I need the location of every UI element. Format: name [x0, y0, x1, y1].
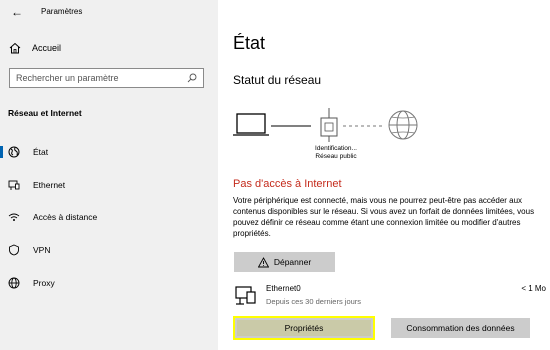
network-status-heading: Statut du réseau	[233, 73, 322, 87]
troubleshoot-button[interactable]: Dépanner	[234, 252, 335, 272]
main-panel: État Statut du réseau Identification... …	[218, 0, 550, 350]
data-usage-label: Consommation des données	[406, 323, 515, 333]
proxy-globe-icon	[8, 277, 20, 289]
nav-home-label: Accueil	[32, 43, 62, 53]
sidebar-item-ethernet[interactable]: Ethernet	[0, 175, 218, 195]
search-input[interactable]: Rechercher un paramètre	[9, 68, 204, 88]
section-title: Réseau et Internet	[8, 108, 82, 118]
identification-text: Identification...	[315, 145, 357, 152]
home-icon	[9, 42, 21, 54]
public-network-text: Réseau public	[315, 153, 357, 160]
sidebar-item-label: VPN	[33, 245, 51, 255]
properties-button[interactable]: Propriétés	[233, 316, 375, 340]
status-description: Votre périphérique est connecté, mais vo…	[233, 196, 535, 238]
sidebar-item-etat[interactable]: État	[0, 142, 218, 162]
search-icon	[187, 73, 197, 83]
sidebar-item-label: État	[33, 147, 49, 157]
data-usage-button[interactable]: Consommation des données	[391, 318, 530, 338]
no-internet-title: Pas d'accès à Internet	[233, 178, 342, 190]
troubleshoot-label: Dépanner	[273, 257, 312, 267]
sidebar-item-proxy[interactable]: Proxy	[0, 273, 218, 293]
ethernet-connection-icon	[235, 286, 256, 305]
search-placeholder: Rechercher un paramètre	[16, 73, 119, 83]
warning-icon	[257, 256, 269, 267]
connection-usage: < 1 Mo	[521, 284, 546, 293]
sidebar-item-label: Proxy	[33, 278, 55, 288]
connection-name: Ethernet0	[266, 284, 301, 293]
sidebar-item-label: Accès à distance	[33, 212, 98, 222]
sidebar-item-label: Ethernet	[33, 180, 66, 190]
router-icon	[320, 108, 338, 142]
computer-icon	[233, 113, 269, 136]
page-title: État	[233, 33, 266, 53]
ethernet-icon	[8, 180, 20, 190]
connection-period: Depuis ces 30 derniers jours	[266, 297, 362, 306]
network-identification-label: Identification... Réseau public	[301, 145, 371, 161]
vpn-icon	[9, 244, 19, 256]
internet-globe-icon	[388, 110, 418, 140]
sidebar-item-acces-distance[interactable]: Accès à distance	[0, 207, 218, 227]
window-title: Paramètres	[41, 7, 83, 16]
sidebar: ← Paramètres Accueil Rechercher un param…	[0, 0, 218, 350]
dialup-icon	[8, 213, 20, 221]
nav-home[interactable]: Accueil	[8, 41, 61, 55]
globe-icon	[8, 146, 20, 158]
sidebar-item-vpn[interactable]: VPN	[0, 240, 218, 260]
back-arrow-icon[interactable]: ←	[11, 5, 23, 19]
properties-label: Propriétés	[284, 323, 324, 333]
